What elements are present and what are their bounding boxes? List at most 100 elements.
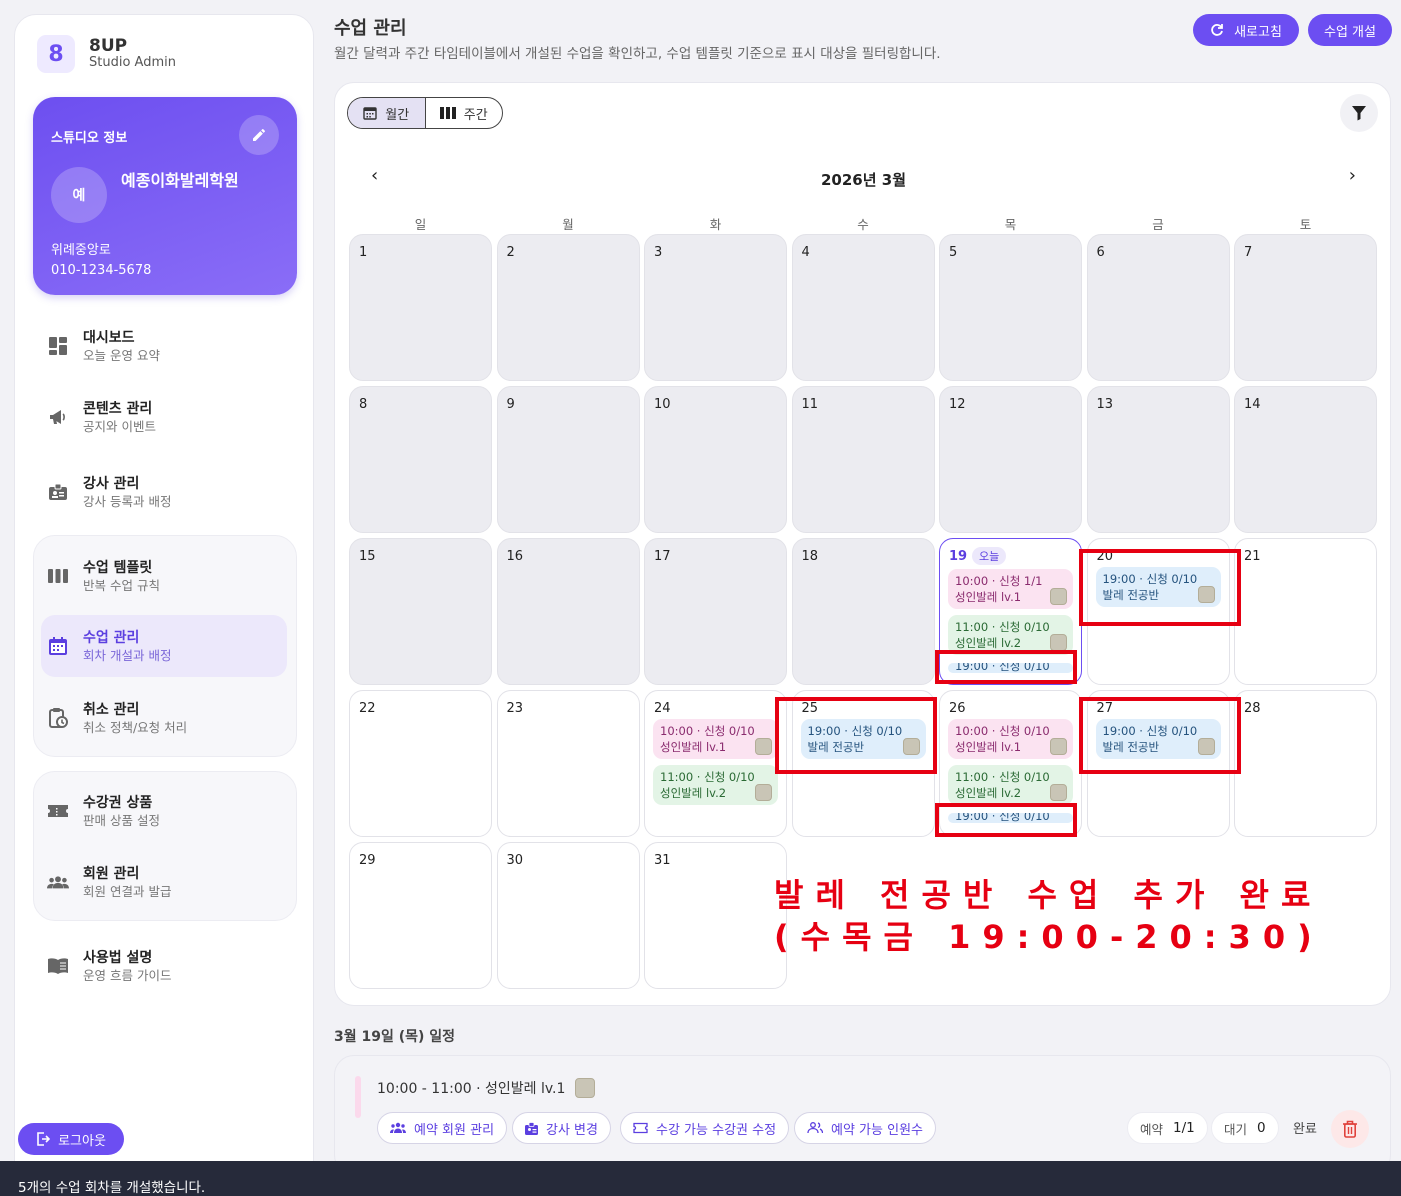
edit-allowed-passes-button[interactable]: 수강 가능 수강권 수정 [620, 1112, 790, 1144]
calendar-day[interactable]: 12 [939, 386, 1082, 533]
day-number: 14 [1244, 397, 1261, 412]
manage-reservations-button[interactable]: 예약 회원 관리 [377, 1112, 508, 1144]
chevron-right-icon[interactable]: › [1349, 165, 1356, 186]
class-event[interactable]: 11:00 · 신청 0/10 성인발레 lv.2 [653, 765, 778, 805]
sidebar-item-label: 취소 관리 [83, 701, 140, 718]
calendar-day[interactable]: 23 [496, 690, 640, 837]
calendar-day[interactable]: 13 [1086, 386, 1230, 533]
clipboard-clock-icon [47, 707, 69, 729]
day-number: 12 [949, 397, 966, 412]
calendar-day[interactable]: 22 [349, 690, 492, 837]
studio-address: 위례중앙로 [51, 243, 111, 258]
instructor-avatar [755, 784, 772, 801]
weekday-label: 일 [414, 217, 427, 232]
sidebar-item-label: 수강권 상품 [83, 794, 153, 811]
open-class-button[interactable]: 수업 개설 [1308, 14, 1392, 46]
stat-value: 1/1 [1173, 1120, 1195, 1136]
annotation-highlight-box [1079, 697, 1241, 774]
day-number: 31 [654, 853, 671, 868]
brand-name: 8UP [89, 36, 128, 56]
calendar-day[interactable]: 15 [349, 538, 492, 685]
calendar-day[interactable]: 29 [349, 842, 492, 989]
calendar-day[interactable]: 16 [496, 538, 640, 685]
tab-week[interactable]: 주간 [426, 98, 503, 128]
day-number: 23 [506, 701, 524, 716]
change-instructor-button[interactable]: 강사 변경 [512, 1112, 611, 1144]
sidebar-item-member[interactable]: 회원 관리 회원 연결과 발급 [41, 853, 291, 911]
filter-button[interactable] [1340, 94, 1378, 132]
calendar-day[interactable]: 11 [791, 386, 935, 533]
calendar-day[interactable]: 4 [791, 234, 935, 381]
ticket-icon [47, 800, 69, 822]
day-number: 9 [506, 397, 515, 412]
schedule-item: 10:00 - 11:00 · 성인발레 lv.1 예약 회원 관리 강사 변경… [334, 1055, 1391, 1175]
calendar-day[interactable]: 1 [349, 234, 492, 381]
columns-icon [47, 565, 69, 587]
day-number: 4 [801, 245, 810, 260]
calendar-day[interactable]: 10 [644, 386, 787, 533]
chip-label: 수강 가능 수강권 수정 [656, 1122, 777, 1138]
sidebar-item-dashboard[interactable]: 대시보드 오늘 운영 요약 [41, 317, 291, 375]
annotation-text: 발레 전공반 수업 추가 완료 (수목금 19:00-20:30) [774, 874, 1324, 958]
stat-label: 예약 [1140, 1121, 1164, 1137]
instructor-avatar [1050, 588, 1067, 605]
day-number: 28 [1244, 701, 1261, 716]
sidebar-item-sub: 공지와 이벤트 [83, 418, 156, 434]
calendar-day[interactable]: 3 [644, 234, 787, 381]
delete-button[interactable] [1331, 1110, 1369, 1148]
month-title: 2026년 3월 [820, 171, 906, 189]
sidebar-item-content[interactable]: 콘텐츠 관리 공지와 이벤트 [41, 388, 291, 446]
calendar-day[interactable]: 6 [1086, 234, 1230, 381]
class-event[interactable]: 10:00 · 신청 0/10 성인발레 lv.1 [653, 719, 778, 759]
logout-button[interactable]: 로그아웃 [18, 1123, 124, 1155]
calendar-day[interactable]: 14 [1234, 386, 1377, 533]
annotation-highlight-box [935, 803, 1077, 837]
brand[interactable]: 8 8UP Studio Admin [37, 35, 176, 73]
calendar-day[interactable]: 28 [1234, 690, 1377, 837]
calendar-day[interactable]: 9 [496, 386, 640, 533]
annotation-highlight-box [935, 650, 1077, 684]
sidebar-item-class[interactable]: 수업 관리 회차 개설과 배정 [41, 615, 287, 677]
tab-month[interactable]: 월간 [348, 98, 426, 128]
sidebar-item-pass[interactable]: 수강권 상품 판매 상품 설정 [41, 782, 291, 840]
class-event[interactable]: 10:00 · 신청 1/1 성인발레 lv.1 [948, 569, 1073, 609]
day-number: 19 [949, 549, 968, 564]
calendar-day[interactable]: 21 [1234, 538, 1377, 685]
toast-notification: 5개의 수업 회차를 개설했습니다. [0, 1161, 1401, 1196]
edit-capacity-button[interactable]: 예약 가능 인원수 [794, 1112, 936, 1144]
day-number: 15 [359, 549, 376, 564]
edit-studio-button[interactable] [239, 115, 279, 155]
trash-icon [1343, 1120, 1357, 1138]
event-time: 11:00 · 신청 0/10 [955, 620, 1050, 634]
calendar-day[interactable]: 5 [939, 234, 1082, 381]
day-number: 13 [1096, 397, 1114, 412]
calendar-day[interactable]: 7 [1234, 234, 1377, 381]
logout-label: 로그아웃 [58, 1133, 106, 1149]
logout-icon [37, 1132, 51, 1146]
class-event[interactable]: 11:00 · 신청 0/10 성인발레 lv.2 [948, 615, 1073, 655]
calendar-day[interactable]: 24 10:00 · 신청 0/10 성인발레 lv.1 11:00 · 신청 0… [644, 690, 787, 837]
calendar-day[interactable]: 17 [644, 538, 787, 685]
calendar-day[interactable]: 8 [349, 386, 492, 533]
refresh-button[interactable]: 새로고침 [1193, 14, 1299, 46]
sidebar-item-sub: 오늘 운영 요약 [83, 347, 160, 363]
class-event[interactable]: 11:00 · 신청 0/10 성인발레 lv.2 [948, 765, 1073, 805]
class-event[interactable]: 10:00 · 신청 0/10 성인발레 lv.1 [948, 719, 1073, 759]
sidebar-item-template[interactable]: 수업 템플릿 반복 수업 규칙 [41, 547, 291, 605]
sidebar-item-guide[interactable]: 사용법 설명 운영 흐름 가이드 [41, 937, 291, 995]
calendar-day[interactable]: 18 [791, 538, 935, 685]
calendar-day[interactable]: 30 [496, 842, 640, 989]
reservation-count: 예약 1/1 [1127, 1112, 1208, 1144]
studio-phone: 010-1234-5678 [51, 263, 152, 278]
day-number: 5 [949, 245, 958, 260]
sidebar-item-label: 강사 관리 [83, 475, 140, 492]
sidebar-item-cancel[interactable]: 취소 관리 취소 정책/요청 처리 [41, 689, 291, 747]
calendar-day[interactable]: 31 [644, 842, 787, 989]
brand-logo-icon: 8 [37, 35, 75, 73]
sidebar-item-instructor[interactable]: 강사 관리 강사 등록과 배정 [41, 463, 291, 521]
stat-label: 대기 [1224, 1121, 1248, 1137]
schedule-item-header: 10:00 - 11:00 · 성인발레 lv.1 [377, 1078, 596, 1098]
sidebar-item-label: 사용법 설명 [83, 949, 153, 966]
weekday-label: 금 [1152, 217, 1164, 232]
calendar-day[interactable]: 2 [496, 234, 640, 381]
